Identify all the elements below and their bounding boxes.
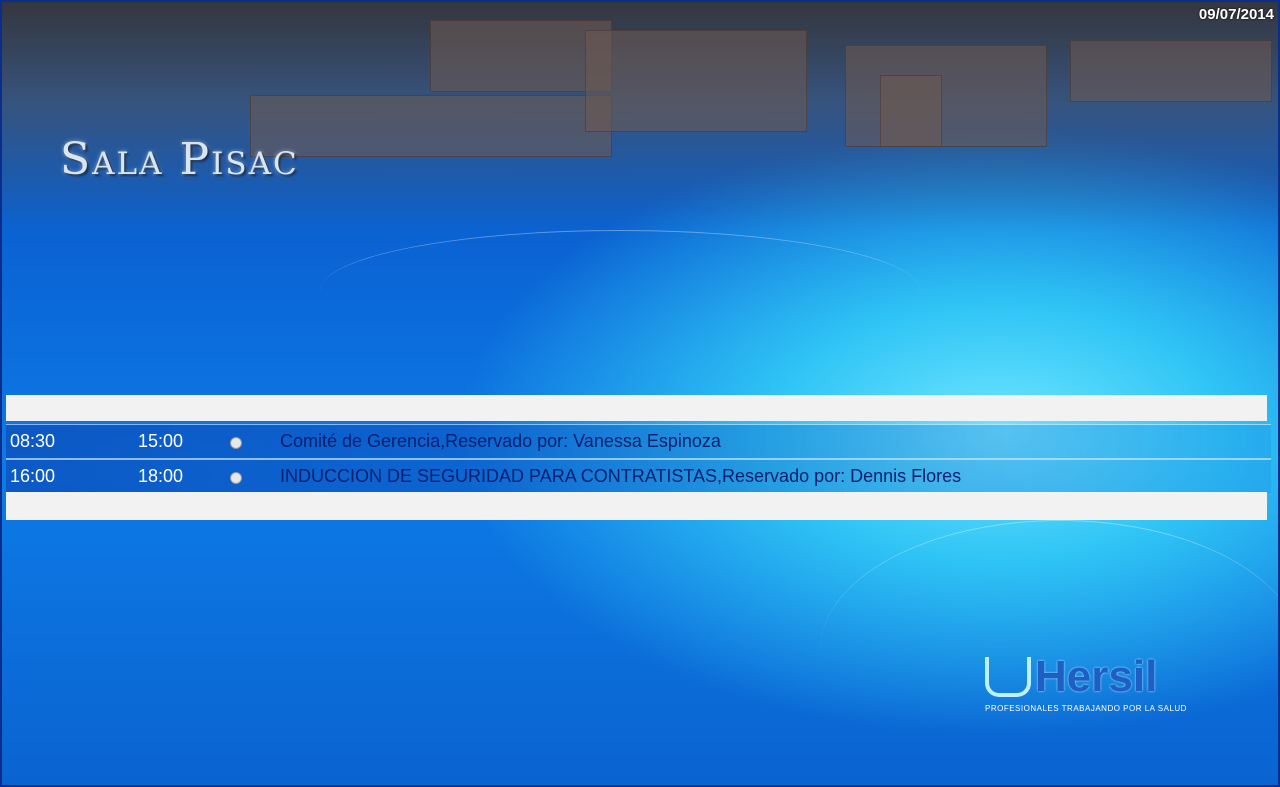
- schedule-footer-bar: [6, 492, 1267, 520]
- end-time: 15:00: [138, 431, 184, 451]
- reservation-row[interactable]: 16:00 18:00 INDUCCION DE SEGURIDAD PARA …: [6, 458, 1271, 493]
- room-title: Sala Pisac: [60, 134, 299, 185]
- end-time: 18:00: [138, 466, 184, 486]
- hersil-logo: Hersil PROFESIONALES TRABAJANDO POR LA S…: [985, 652, 1187, 713]
- flask-icon: [985, 657, 1031, 697]
- clock-icon: [230, 437, 242, 449]
- reservation-row[interactable]: 08:30 15:00 Comité de Gerencia,Reservado…: [6, 424, 1271, 458]
- start-time: 16:00: [10, 466, 56, 486]
- schedule-header-bar: [6, 395, 1267, 421]
- reservation-description: INDUCCION DE SEGURIDAD PARA CONTRATISTAS…: [280, 466, 962, 486]
- logo-tagline: PROFESIONALES TRABAJANDO POR LA SALUD: [985, 704, 1187, 713]
- start-time: 08:30: [10, 431, 56, 451]
- logo-brand: Hersil: [1035, 652, 1158, 701]
- decorative-swoosh: [320, 230, 920, 351]
- reservation-list: 08:30 15:00 Comité de Gerencia,Reservado…: [6, 424, 1271, 493]
- reservation-description: Comité de Gerencia,Reservado por: Vaness…: [280, 431, 721, 451]
- clock-icon: [230, 472, 242, 484]
- decorative-swoosh: [820, 520, 1280, 781]
- ruins-banner-image: [0, 0, 1280, 230]
- date-display: 09/07/2014: [1198, 6, 1274, 23]
